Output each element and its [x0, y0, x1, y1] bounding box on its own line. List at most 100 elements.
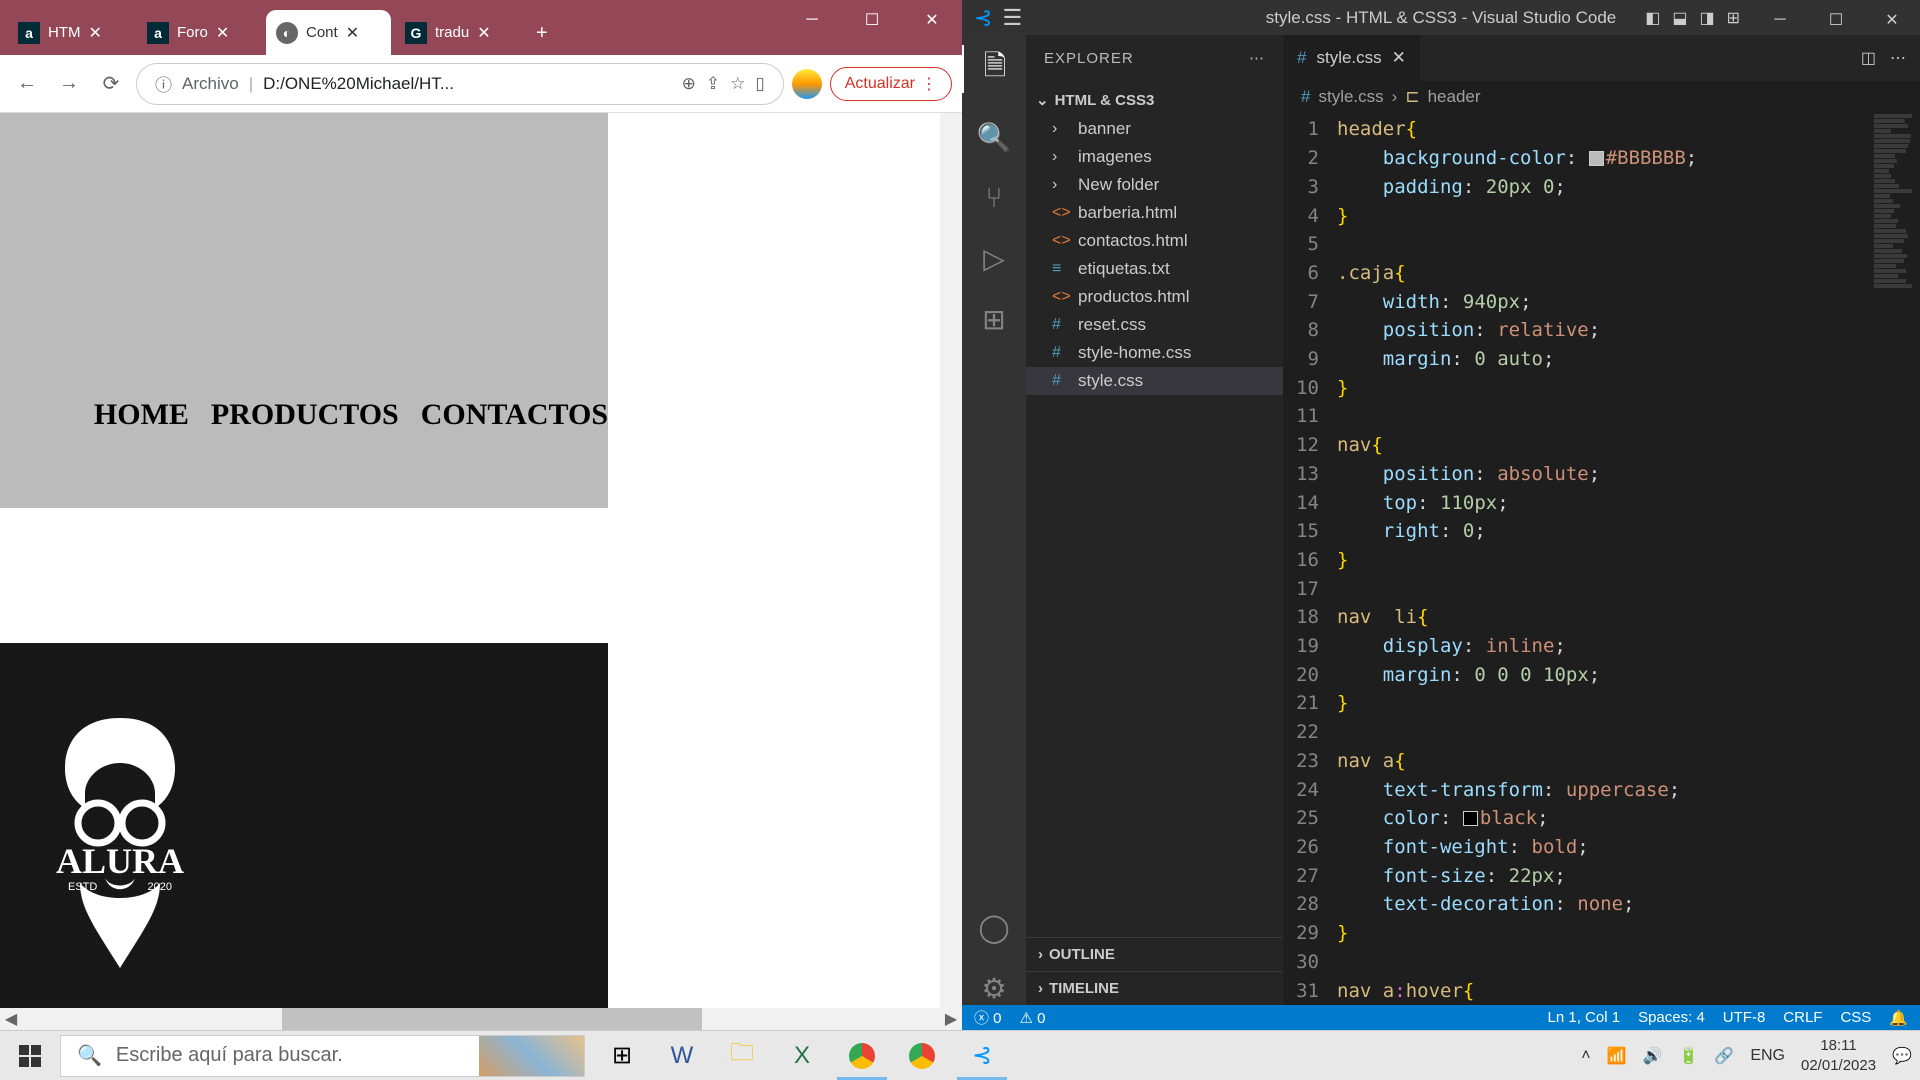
close-button[interactable]: ✕: [1864, 0, 1920, 40]
back-button[interactable]: ←: [10, 67, 44, 101]
warnings-count[interactable]: ⚠ 0: [1020, 1009, 1046, 1027]
tree-folder[interactable]: ›banner: [1026, 115, 1283, 143]
browser-tab[interactable]: aHTM✕: [8, 10, 133, 55]
notifications-icon[interactable]: 🔔: [1889, 1009, 1908, 1027]
close-button[interactable]: ✕: [902, 0, 962, 40]
browser-tab[interactable]: Gtradu✕: [395, 10, 520, 55]
scrollbar-thumb[interactable]: [282, 1008, 702, 1030]
source-control-icon[interactable]: ⑂: [986, 182, 1003, 214]
star-icon[interactable]: ☆: [730, 74, 745, 94]
tree-folder[interactable]: ›imagenes: [1026, 143, 1283, 171]
battery-icon[interactable]: 🔋: [1678, 1046, 1698, 1066]
vscode-icon: ⊰: [974, 5, 992, 31]
eol-info[interactable]: CRLF: [1783, 1009, 1822, 1027]
nav-link[interactable]: PRODUCTOS: [211, 398, 399, 432]
minimize-button[interactable]: ─: [782, 0, 842, 40]
favicon: a: [18, 22, 40, 44]
wifi-icon[interactable]: 📶: [1607, 1046, 1627, 1066]
minimize-button[interactable]: ─: [1752, 0, 1808, 40]
taskbar-apps: ⊞ W 🗀 X ⊰: [593, 1031, 1011, 1080]
scroll-left-icon[interactable]: ◀: [0, 1009, 22, 1029]
indent-info[interactable]: Spaces: 4: [1638, 1009, 1705, 1027]
close-icon[interactable]: ✕: [346, 23, 359, 43]
extensions-icon[interactable]: ⊞: [982, 303, 1005, 336]
browser-tab[interactable]: ◐Cont✕: [266, 10, 391, 55]
settings-gear-icon[interactable]: ⚙: [981, 972, 1006, 1005]
share-icon[interactable]: ⇪: [706, 74, 720, 94]
new-tab-button[interactable]: +: [524, 22, 560, 55]
tree-file[interactable]: #reset.css: [1026, 311, 1283, 339]
vscode-body: 🗎 🔍 ⑂ ▷ ⊞ ◯ ⚙ EXPLORER ⋯ ⌄ HTML & CSS3 ›…: [962, 35, 1920, 1005]
layout-grid-icon[interactable]: ⊞: [1727, 8, 1740, 28]
taskbar-search[interactable]: 🔍 Escribe aquí para buscar.: [60, 1035, 585, 1077]
timeline-section[interactable]: › TIMELINE: [1026, 971, 1283, 1005]
tree-folder[interactable]: ›New folder: [1026, 171, 1283, 199]
code-content[interactable]: header{ background-color: #BBBBBB; paddi…: [1337, 113, 1920, 1005]
notifications-icon[interactable]: 💬: [1892, 1046, 1912, 1066]
language-indicator[interactable]: ENG: [1750, 1047, 1785, 1065]
close-icon[interactable]: ✕: [89, 23, 102, 43]
task-view-icon[interactable]: ⊞: [593, 1031, 651, 1080]
close-icon[interactable]: ✕: [477, 23, 490, 43]
tree-file[interactable]: <>barberia.html: [1026, 199, 1283, 227]
zoom-icon[interactable]: ⊕: [682, 74, 696, 94]
maximize-button[interactable]: ☐: [1808, 0, 1864, 40]
vscode-window-controls: ─ ☐ ✕: [1752, 0, 1920, 40]
account-icon[interactable]: ◯: [978, 911, 1009, 944]
start-button[interactable]: [0, 1031, 60, 1080]
cursor-position[interactable]: Ln 1, Col 1: [1548, 1009, 1621, 1027]
tree-file[interactable]: #style.css: [1026, 367, 1283, 395]
outline-section[interactable]: › OUTLINE: [1026, 937, 1283, 971]
language-mode[interactable]: CSS: [1840, 1009, 1871, 1027]
forward-button[interactable]: →: [52, 67, 86, 101]
tree-file[interactable]: <>contactos.html: [1026, 227, 1283, 255]
reload-button[interactable]: ⟳: [94, 67, 128, 101]
minimap[interactable]: [1870, 113, 1920, 1005]
layout-left-icon[interactable]: ◧: [1645, 8, 1660, 28]
search-icon: 🔍: [77, 1043, 102, 1068]
profile-icon[interactable]: [792, 69, 822, 99]
breadcrumb[interactable]: # style.css › ⊏ header: [1283, 81, 1920, 113]
update-button[interactable]: Actualizar⋮: [830, 67, 952, 101]
close-icon[interactable]: ✕: [216, 23, 229, 43]
tree-file[interactable]: ≡etiquetas.txt: [1026, 255, 1283, 283]
scroll-right-icon[interactable]: ▶: [940, 1009, 962, 1029]
encoding-info[interactable]: UTF-8: [1723, 1009, 1766, 1027]
project-root[interactable]: ⌄ HTML & CSS3: [1026, 85, 1283, 115]
vertical-scrollbar[interactable]: [940, 113, 962, 1008]
split-editor-icon[interactable]: ◫: [1861, 48, 1876, 68]
volume-icon[interactable]: 🔊: [1643, 1046, 1663, 1066]
chevron-up-icon[interactable]: ˄: [1581, 1047, 1590, 1065]
chrome-icon-2[interactable]: [893, 1031, 951, 1080]
hamburger-icon[interactable]: ☰: [1002, 5, 1022, 31]
run-debug-icon[interactable]: ▷: [983, 242, 1005, 275]
sync-icon[interactable]: 🔗: [1714, 1046, 1734, 1066]
layout-right-icon[interactable]: ◨: [1699, 8, 1714, 28]
more-icon[interactable]: ⋯: [1890, 48, 1906, 68]
explorer-icon[interactable]: 🗎: [962, 45, 1026, 93]
excel-icon[interactable]: X: [773, 1031, 831, 1080]
tree-file[interactable]: #style-home.css: [1026, 339, 1283, 367]
clock[interactable]: 18:11 02/01/2023: [1801, 1036, 1876, 1075]
file-explorer-icon[interactable]: 🗀: [713, 1031, 771, 1080]
search-icon[interactable]: 🔍: [977, 121, 1012, 154]
tree-file[interactable]: <>productos.html: [1026, 283, 1283, 311]
maximize-button[interactable]: ☐: [842, 0, 902, 40]
code-editor[interactable]: 1234567891011121314151617181920212223242…: [1283, 113, 1920, 1005]
horizontal-scrollbar[interactable]: ◀ ▶: [0, 1008, 962, 1030]
close-icon[interactable]: ✕: [1392, 48, 1406, 68]
chrome-icon[interactable]: [833, 1031, 891, 1080]
reading-icon[interactable]: ▯: [755, 74, 764, 94]
nav-link[interactable]: HOME: [94, 398, 189, 432]
layout-bottom-icon[interactable]: ⬓: [1672, 8, 1687, 28]
more-icon[interactable]: ⋯: [1249, 49, 1265, 67]
browser-tab[interactable]: aForo✕: [137, 10, 262, 55]
page-header: HOME PRODUCTOS CONTACTOS: [0, 113, 608, 508]
word-icon[interactable]: W: [653, 1031, 711, 1080]
url-bar[interactable]: ⓘ Archivo | D:/ONE%20Michael/HT... ⊕ ⇪ ☆…: [136, 63, 784, 105]
editor-tab[interactable]: # style.css ✕: [1283, 35, 1420, 81]
favicon: G: [405, 22, 427, 44]
vscode-taskbar-icon[interactable]: ⊰: [953, 1031, 1011, 1080]
nav-link[interactable]: CONTACTOS: [421, 398, 608, 432]
errors-count[interactable]: ⓧ 0: [974, 1007, 1002, 1028]
